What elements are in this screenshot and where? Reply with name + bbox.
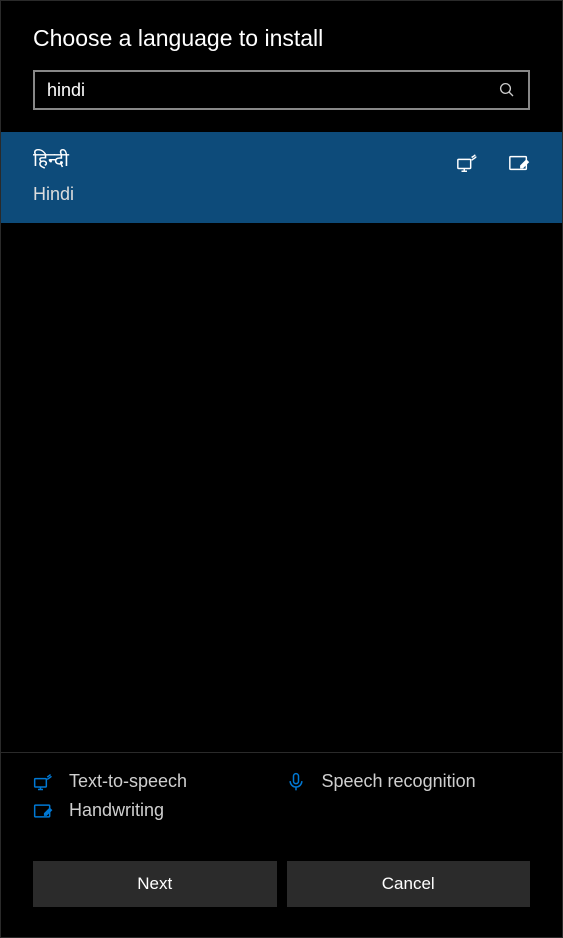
next-button[interactable]: Next [33,861,277,907]
feature-text-to-speech: Text-to-speech [33,771,278,792]
text-to-speech-icon [456,152,478,174]
language-results-list: हिन्दी Hindi [1,132,562,752]
result-feature-icons [456,146,530,174]
feature-label: Text-to-speech [69,771,187,792]
search-row [1,70,562,132]
language-english-name: Hindi [33,184,74,205]
feature-speech-recognition: Speech recognition [286,771,531,792]
feature-legend: Text-to-speech Speech recognition [33,771,530,821]
search-icon [498,81,516,99]
text-to-speech-icon [33,772,53,792]
language-result-hindi[interactable]: हिन्दी Hindi [1,132,562,223]
dialog-title: Choose a language to install [33,25,530,52]
language-install-dialog: Choose a language to install हिन्दी Hind… [0,0,563,938]
feature-handwriting: Handwriting [33,800,278,821]
search-input[interactable] [47,80,498,101]
feature-label: Handwriting [69,800,164,821]
feature-label: Speech recognition [322,771,476,792]
result-text: हिन्दी Hindi [33,146,74,205]
language-native-name: हिन्दी [33,146,74,172]
cancel-button[interactable]: Cancel [287,861,531,907]
microphone-icon [286,772,306,792]
handwriting-icon [508,152,530,174]
handwriting-icon [33,801,53,821]
dialog-footer: Text-to-speech Speech recognition [1,752,562,937]
search-box[interactable] [33,70,530,110]
dialog-header: Choose a language to install [1,1,562,70]
dialog-buttons: Next Cancel [33,861,530,907]
